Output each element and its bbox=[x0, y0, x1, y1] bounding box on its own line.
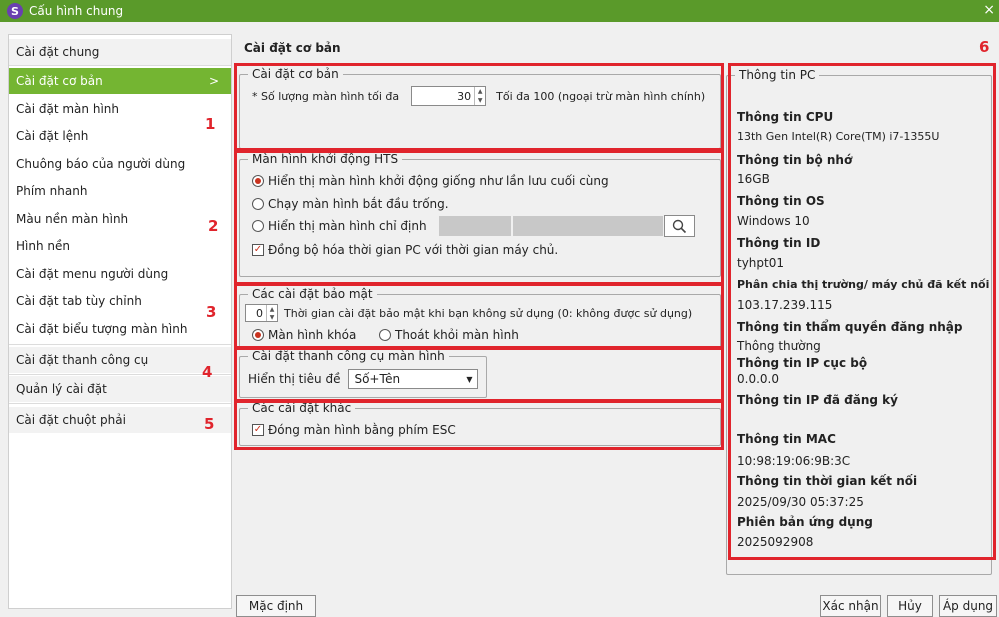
sidebar-item-label: Cài đặt chung bbox=[16, 45, 100, 59]
sidebar-item-label: Phím nhanh bbox=[16, 184, 88, 198]
sidebar-item-label: Chuông báo của người dùng bbox=[16, 157, 186, 171]
annotation-box-4 bbox=[234, 347, 724, 402]
sidebar-item-basic[interactable]: Cài đặt cơ bản > bbox=[9, 68, 231, 94]
annotation-number-6: 6 bbox=[979, 38, 990, 56]
sidebar-item-label: Cài đặt màn hình bbox=[16, 102, 119, 116]
sidebar-item-user-menu[interactable]: Cài đặt menu người dùng bbox=[9, 261, 231, 287]
default-button[interactable]: Mặc định bbox=[236, 595, 316, 617]
sidebar-item-label: Hình nền bbox=[16, 239, 70, 253]
chevron-right-icon: > bbox=[208, 74, 219, 88]
sidebar-item-label: Cài đặt tab tùy chỉnh bbox=[16, 294, 142, 308]
window-title: Cấu hình chung bbox=[29, 4, 124, 18]
annotation-box-6 bbox=[728, 63, 996, 560]
cancel-button[interactable]: Hủy bbox=[887, 595, 933, 617]
sidebar-item-screen[interactable]: Cài đặt màn hình bbox=[9, 96, 231, 122]
sidebar: Cài đặt chung Cài đặt cơ bản > Cài đặt mà… bbox=[8, 34, 232, 609]
sidebar-item-screen-icon[interactable]: Cài đặt biểu tượng màn hình bbox=[9, 316, 231, 342]
app-logo-icon: S bbox=[7, 3, 23, 19]
sidebar-item-label: Màu nền màn hình bbox=[16, 212, 129, 226]
annotation-number-3: 3 bbox=[206, 303, 217, 321]
annotation-number-2: 2 bbox=[208, 217, 219, 235]
sidebar-item-custom-tab[interactable]: Cài đặt tab tùy chỉnh bbox=[9, 288, 231, 314]
annotation-number-5: 5 bbox=[204, 415, 215, 433]
divider bbox=[9, 403, 231, 404]
annotation-number-4: 4 bbox=[202, 363, 213, 381]
title-bar: S Cấu hình chung × bbox=[0, 0, 999, 22]
sidebar-item-general[interactable]: Cài đặt chung bbox=[9, 39, 231, 65]
sidebar-item-toolbar[interactable]: Cài đặt thanh công cụ bbox=[9, 347, 231, 373]
sidebar-item-label: Cài đặt cơ bản bbox=[16, 74, 103, 88]
divider bbox=[9, 65, 231, 66]
sidebar-item-user-alarm[interactable]: Chuông báo của người dùng bbox=[9, 151, 231, 177]
confirm-button[interactable]: Xác nhận bbox=[820, 595, 881, 617]
sidebar-item-label: Quản lý cài đặt bbox=[16, 382, 107, 396]
annotation-number-1: 1 bbox=[205, 115, 216, 133]
sidebar-item-right-click[interactable]: Cài đặt chuột phải bbox=[9, 407, 231, 433]
sidebar-item-label: Cài đặt lệnh bbox=[16, 129, 89, 143]
sidebar-item-label: Cài đặt thanh công cụ bbox=[16, 353, 149, 367]
apply-button[interactable]: Áp dụng bbox=[939, 595, 997, 617]
divider bbox=[9, 344, 231, 345]
sidebar-item-command[interactable]: Cài đặt lệnh bbox=[9, 123, 231, 149]
annotation-box-2 bbox=[234, 150, 724, 285]
sidebar-item-hotkeys[interactable]: Phím nhanh bbox=[9, 178, 231, 204]
sidebar-item-wallpaper[interactable]: Hình nền bbox=[9, 233, 231, 259]
sidebar-item-label: Cài đặt menu người dùng bbox=[16, 267, 169, 281]
page-title: Cài đặt cơ bản bbox=[244, 41, 341, 55]
annotation-box-5 bbox=[234, 400, 724, 450]
annotation-box-1 bbox=[234, 63, 724, 151]
sidebar-item-manage-settings[interactable]: Quản lý cài đặt bbox=[9, 376, 231, 402]
sidebar-item-label: Cài đặt biểu tượng màn hình bbox=[16, 322, 188, 336]
sidebar-item-label: Cài đặt chuột phải bbox=[16, 413, 126, 427]
sidebar-item-background-color[interactable]: Màu nền màn hình bbox=[9, 206, 231, 232]
divider bbox=[9, 374, 231, 375]
annotation-box-3 bbox=[234, 283, 724, 349]
close-icon[interactable]: × bbox=[983, 2, 995, 18]
